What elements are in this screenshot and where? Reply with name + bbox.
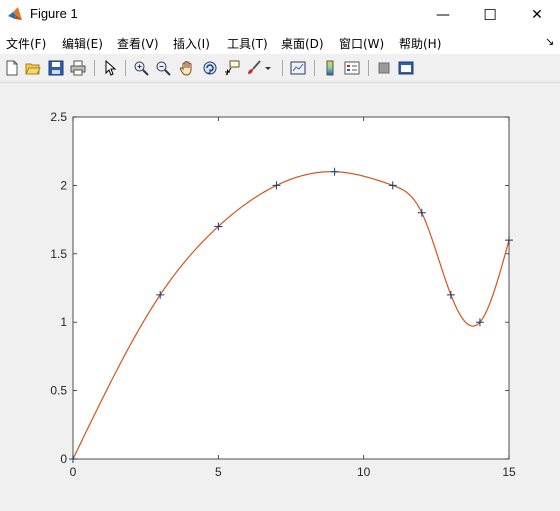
toolbar-separator (125, 60, 126, 76)
y-tick-label: 0.5 (50, 384, 67, 398)
show-plot-tools-button[interactable] (396, 58, 416, 78)
axes-background (73, 117, 509, 459)
minimize-icon: — (436, 7, 450, 23)
window-title: Figure 1 (30, 6, 78, 21)
menu-help[interactable]: 帮助(H) (399, 35, 441, 52)
select-button[interactable] (100, 58, 120, 78)
hide-plot-tools-icon (378, 62, 390, 74)
link-plot-icon (290, 61, 306, 75)
brush-button[interactable] (244, 58, 264, 78)
save-icon (48, 60, 64, 76)
x-tick-label: 10 (357, 465, 371, 479)
zoom-out-icon (156, 61, 171, 76)
maximize-button[interactable]: ☐ (467, 0, 513, 30)
brush-icon (248, 60, 261, 74)
y-tick-label: 1 (60, 315, 67, 329)
y-tick-label: 0 (60, 452, 67, 466)
print-icon (70, 60, 86, 76)
hide-plot-tools-button[interactable] (374, 58, 394, 78)
data-cursor-icon (225, 60, 240, 76)
menu-file[interactable]: 文件(F) (6, 35, 46, 52)
plot-axes[interactable]: 0 5 10 15 0 0.5 1 1.5 2 2.5 (0, 83, 560, 507)
toolbar-separator (94, 60, 95, 76)
open-file-button[interactable] (23, 58, 43, 78)
menu-bar: 文件(F) 编辑(E) 查看(V) 插入(I) 工具(T) 桌面(D) 窗口(W… (0, 30, 560, 54)
x-tick-label: 0 (70, 465, 77, 479)
print-button[interactable] (68, 58, 88, 78)
menu-edit[interactable]: 编辑(E) (62, 35, 103, 52)
menu-view[interactable]: 查看(V) (117, 35, 159, 52)
toolbar (0, 54, 560, 83)
zoom-in-icon (134, 61, 149, 76)
data-cursor-button[interactable] (222, 58, 242, 78)
menu-window[interactable]: 窗口(W) (339, 35, 384, 52)
minimize-button[interactable]: — (420, 0, 466, 30)
y-tick-label: 2.5 (50, 110, 67, 124)
rotate-3d-icon (203, 61, 217, 75)
x-tick-label: 5 (215, 465, 222, 479)
rotate-3d-button[interactable] (200, 58, 220, 78)
brush-dropdown-button[interactable] (262, 58, 274, 78)
show-plot-tools-icon (398, 61, 414, 75)
y-tick-label: 1.5 (50, 247, 67, 261)
legend-icon (344, 61, 360, 75)
link-plot-button[interactable] (288, 58, 308, 78)
matlab-logo-icon (8, 7, 22, 20)
new-figure-icon (6, 60, 18, 76)
new-figure-button[interactable] (2, 58, 22, 78)
toolbar-separator (368, 60, 369, 76)
menu-desktop[interactable]: 桌面(D) (281, 35, 324, 52)
x-tick-label: 15 (502, 465, 516, 479)
menu-tools[interactable]: 工具(T) (227, 35, 268, 52)
open-file-icon (25, 63, 41, 75)
maximize-icon: ☐ (483, 6, 497, 24)
close-icon: ✕ (531, 7, 543, 23)
zoom-in-button[interactable] (131, 58, 151, 78)
y-tick-label: 2 (60, 178, 67, 192)
brush-dropdown-icon (265, 67, 271, 70)
colorbar-button[interactable] (320, 58, 340, 78)
colorbar-icon (326, 60, 334, 76)
figure-canvas: 0 5 10 15 0 0.5 1 1.5 2 2.5 (0, 83, 560, 507)
pan-button[interactable] (177, 58, 197, 78)
pan-hand-icon (179, 61, 192, 76)
title-bar: Figure 1 — ☐ ✕ (0, 0, 560, 30)
close-button[interactable]: ✕ (514, 0, 560, 30)
zoom-out-button[interactable] (153, 58, 173, 78)
toolbar-separator (314, 60, 315, 76)
save-button[interactable] (46, 58, 66, 78)
legend-button[interactable] (342, 58, 362, 78)
toolbar-separator (282, 60, 283, 76)
menu-insert[interactable]: 插入(I) (173, 35, 210, 52)
select-arrow-icon (105, 60, 117, 76)
dock-arrow-icon[interactable]: ↘ (545, 35, 554, 48)
